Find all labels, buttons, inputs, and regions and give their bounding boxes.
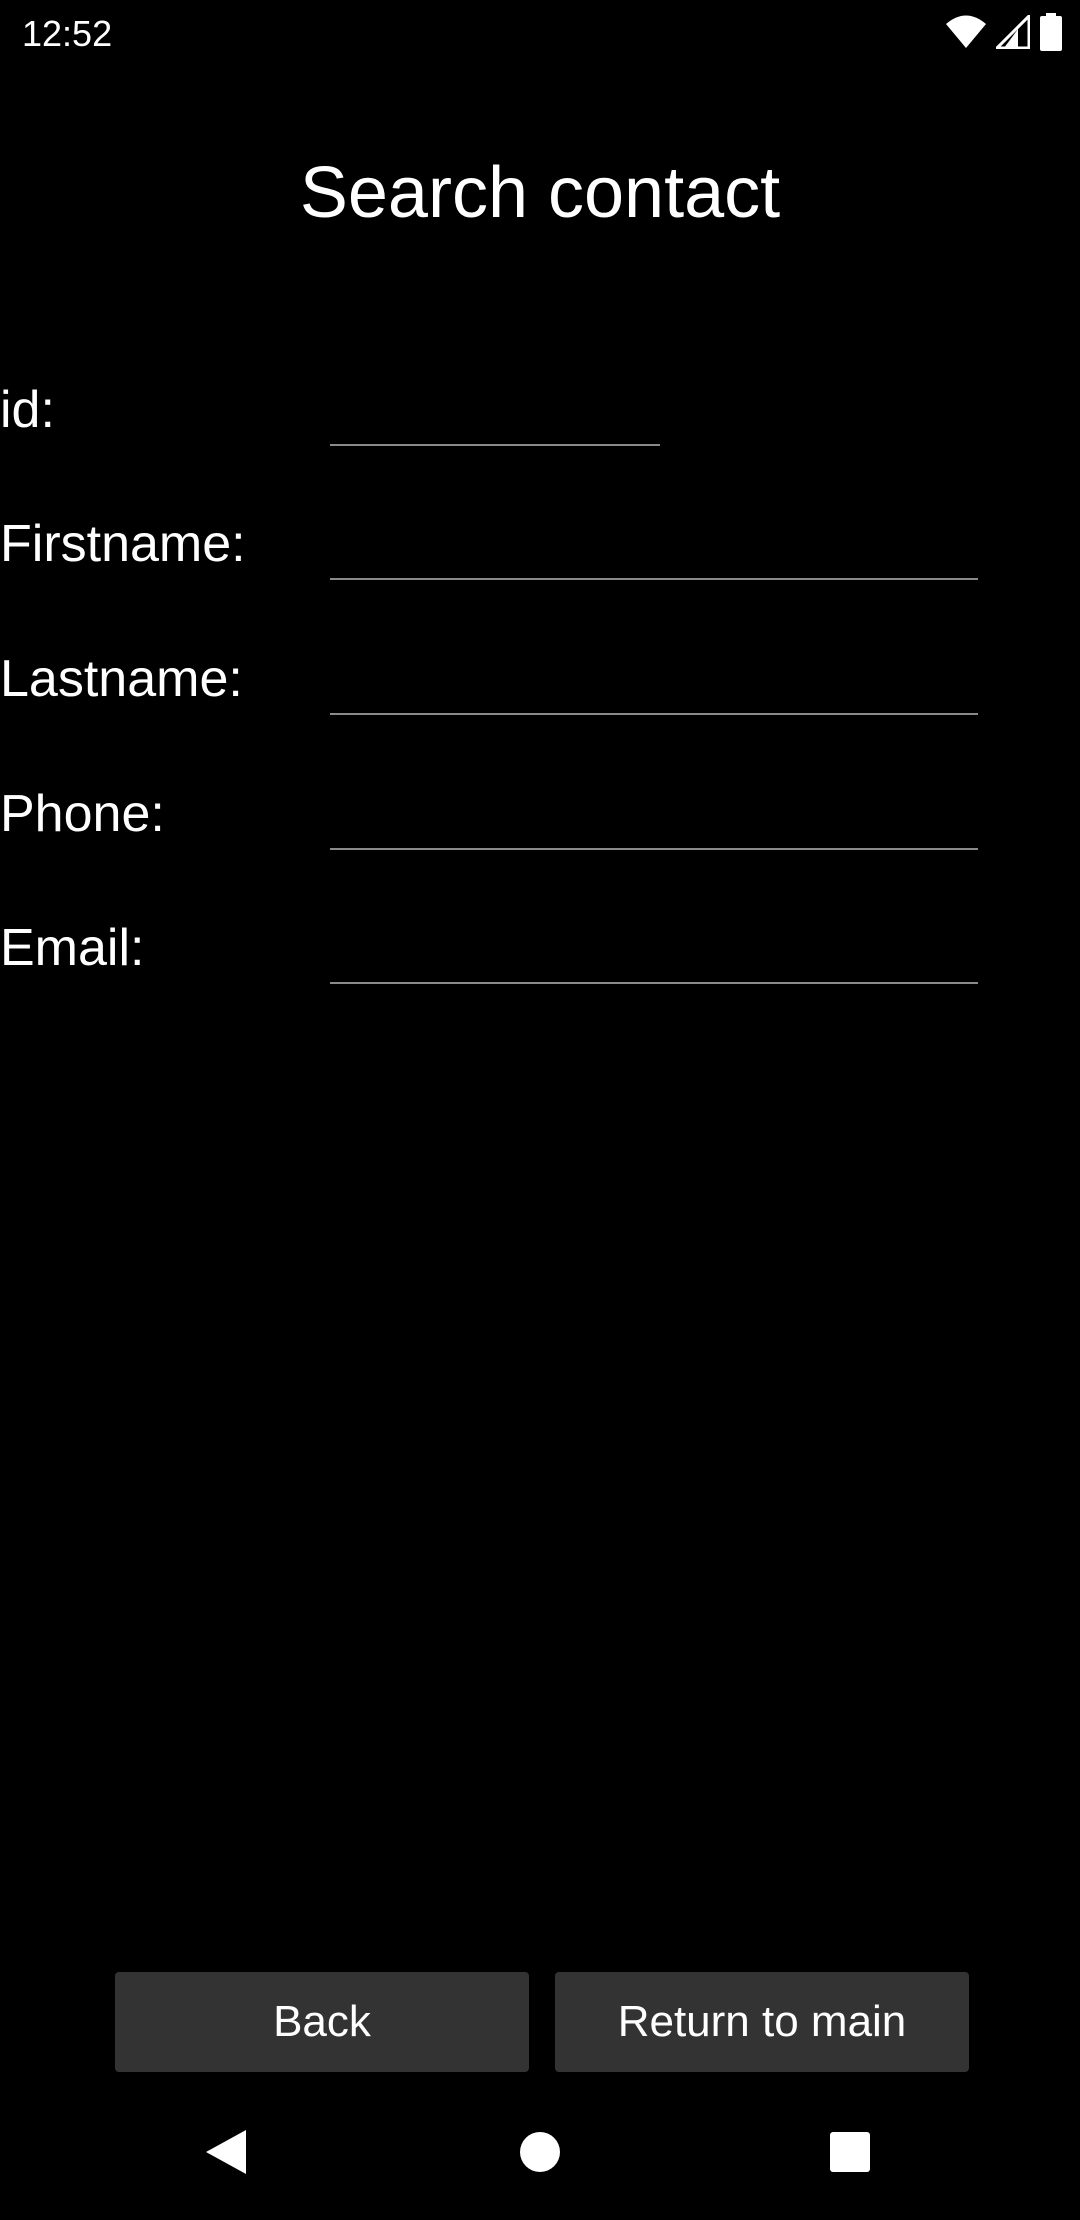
nav-recents-button[interactable]: [790, 2088, 910, 2220]
wifi-icon: [946, 15, 986, 49]
nav-back-button[interactable]: [166, 2088, 286, 2220]
lastname-input[interactable]: [330, 655, 978, 715]
home-circle-icon: [519, 2131, 561, 2178]
nav-home-button[interactable]: [480, 2088, 600, 2220]
id-input[interactable]: [330, 386, 660, 446]
form-row-id: id:: [0, 378, 1080, 498]
firstname-input[interactable]: [330, 520, 978, 580]
form-row-phone: Phone:: [0, 782, 1080, 902]
recents-square-icon: [829, 2131, 871, 2178]
firstname-label: Firstname:: [0, 515, 246, 573]
phone-label: Phone:: [0, 785, 165, 843]
battery-icon: [1040, 13, 1062, 51]
return-to-main-button[interactable]: Return to main: [555, 1972, 969, 2072]
back-triangle-icon: [204, 2128, 248, 2181]
status-icons: [946, 12, 1062, 52]
id-label: id:: [0, 381, 55, 439]
cell-signal-icon: [996, 15, 1030, 49]
form-row-email: Email:: [0, 916, 1080, 1036]
status-bar: 12:52: [0, 0, 1080, 66]
status-time: 12:52: [22, 13, 113, 54]
email-label: Email:: [0, 919, 145, 977]
form-row-firstname: Firstname:: [0, 512, 1080, 632]
email-input[interactable]: [330, 924, 978, 984]
lastname-label: Lastname:: [0, 650, 243, 708]
navigation-bar: [0, 2088, 1080, 2220]
back-button[interactable]: Back: [115, 1972, 529, 2072]
page-title: Search contact: [299, 153, 781, 233]
form-row-lastname: Lastname:: [0, 647, 1080, 767]
phone-input[interactable]: [330, 790, 978, 850]
